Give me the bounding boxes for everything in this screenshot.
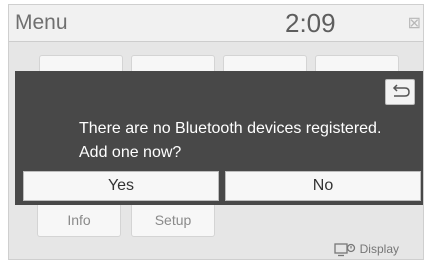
dialog: There are no Bluetooth devices registere… xyxy=(15,71,423,205)
tile-info[interactable]: Info xyxy=(37,201,121,237)
display-label: Display xyxy=(359,242,399,257)
dialog-message: There are no Bluetooth devices registere… xyxy=(79,117,399,165)
yes-button[interactable]: Yes xyxy=(23,171,219,201)
header-bar: Menu 2:09 ⊠ xyxy=(9,5,423,42)
screen-frame: Menu 2:09 ⊠ Info Setup Display There are… xyxy=(8,4,424,260)
return-arrow-icon xyxy=(392,84,410,97)
clock: 2:09 xyxy=(285,8,336,38)
message-line-1: There are no Bluetooth devices registere… xyxy=(79,120,382,137)
corner-icon: ⊠ xyxy=(407,15,421,32)
message-line-2: Add one now? xyxy=(79,144,182,161)
display-icon xyxy=(334,243,356,257)
page-title: Menu xyxy=(15,11,68,34)
display-button[interactable]: Display xyxy=(334,242,399,257)
tile-setup[interactable]: Setup xyxy=(131,201,215,237)
no-button[interactable]: No xyxy=(225,171,421,201)
back-button[interactable] xyxy=(385,79,415,105)
